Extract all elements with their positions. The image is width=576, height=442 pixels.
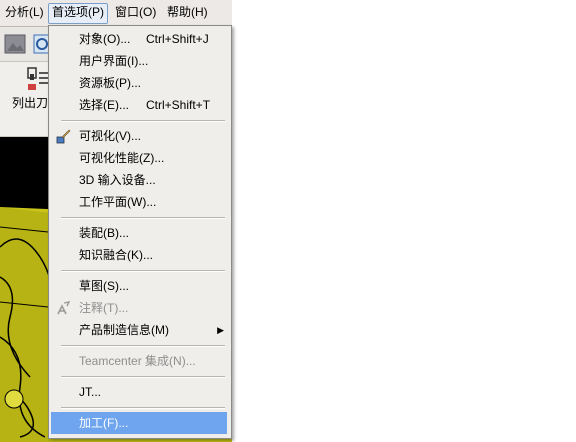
menu-item-annotation: 注释(T)... [50,297,230,319]
menu-item-label: 工作平面(W)... [79,195,157,209]
menu-item-label: 草图(S)... [79,279,129,293]
menu-item-label: 3D 输入设备... [79,173,156,187]
menu-item-visualization-performance[interactable]: 可视化性能(Z)... [50,147,230,169]
menu-window[interactable]: 窗口(O) [112,3,159,22]
menu-separator [61,376,225,378]
menu-preferences[interactable]: 首选项(P) [48,3,108,24]
menu-help[interactable]: 帮助(H) [164,3,211,22]
menu-item-label: 装配(B)... [79,226,129,240]
menu-separator [61,217,225,219]
image-tool-icon[interactable] [4,34,26,54]
menu-item-user-interface[interactable]: 用户界面(I)... [50,50,230,72]
menu-item-label: JT... [79,385,102,399]
menu-item-label: 产品制造信息(M) [79,323,169,337]
menu-item-label: 对象(O)... [79,32,131,46]
menu-item-teamcenter-integration: Teamcenter 集成(N)... [50,350,230,372]
menu-item-assemblies[interactable]: 装配(B)... [50,222,230,244]
menu-separator [61,407,225,409]
menu-item-label: Teamcenter 集成(N)... [79,354,196,368]
menu-item-label: 知识融合(K)... [79,248,153,262]
menu-item-jt[interactable]: JT... [50,381,230,403]
menu-item-label: 加工(F)... [79,416,129,430]
menu-item-visualization[interactable]: 可视化(V)... [50,125,230,147]
menu-item-pmi[interactable]: 产品制造信息(M) ▶ [50,319,230,341]
menu-item-knowledge-fusion[interactable]: 知识融合(K)... [50,244,230,266]
preferences-dropdown-menu: 对象(O)... Ctrl+Shift+J 用户界面(I)... 资源板(P).… [48,25,232,439]
menu-item-label: 选择(E)... [79,98,129,112]
menu-item-manufacturing[interactable]: 加工(F)... [51,412,227,434]
menu-item-label: 注释(T)... [79,301,129,315]
annotation-icon [57,301,71,315]
menu-item-label: 用户界面(I)... [79,54,149,68]
menu-analysis[interactable]: 分析(L) [2,3,47,22]
menu-item-3d-input-device[interactable]: 3D 输入设备... [50,169,230,191]
menubar: 分析(L) 首选项(P) 窗口(O) 帮助(H) [0,0,232,27]
menu-item-shortcut: Ctrl+Shift+T [146,98,211,112]
list-tools-label[interactable]: 列出刀 [12,94,48,111]
menu-item-shortcut: Ctrl+Shift+J [146,32,209,46]
menu-separator [61,345,225,347]
menu-item-selection[interactable]: 选择(E)... Ctrl+Shift+T [50,94,230,116]
menu-separator [61,270,225,272]
menu-item-label: 可视化(V)... [79,129,141,143]
menu-item-sketch[interactable]: 草图(S)... [50,275,230,297]
menu-item-label: 可视化性能(Z)... [79,151,165,165]
submenu-arrow-icon: ▶ [217,325,224,335]
menu-separator [61,120,225,122]
visualization-icon [56,129,71,144]
view-tool-icon[interactable] [33,34,48,54]
menu-item-label: 资源板(P)... [79,76,141,90]
menu-item-object[interactable]: 对象(O)... Ctrl+Shift+J [50,28,230,50]
menu-item-resource-bar[interactable]: 资源板(P)... [50,72,230,94]
menu-item-work-plane[interactable]: 工作平面(W)... [50,191,230,213]
